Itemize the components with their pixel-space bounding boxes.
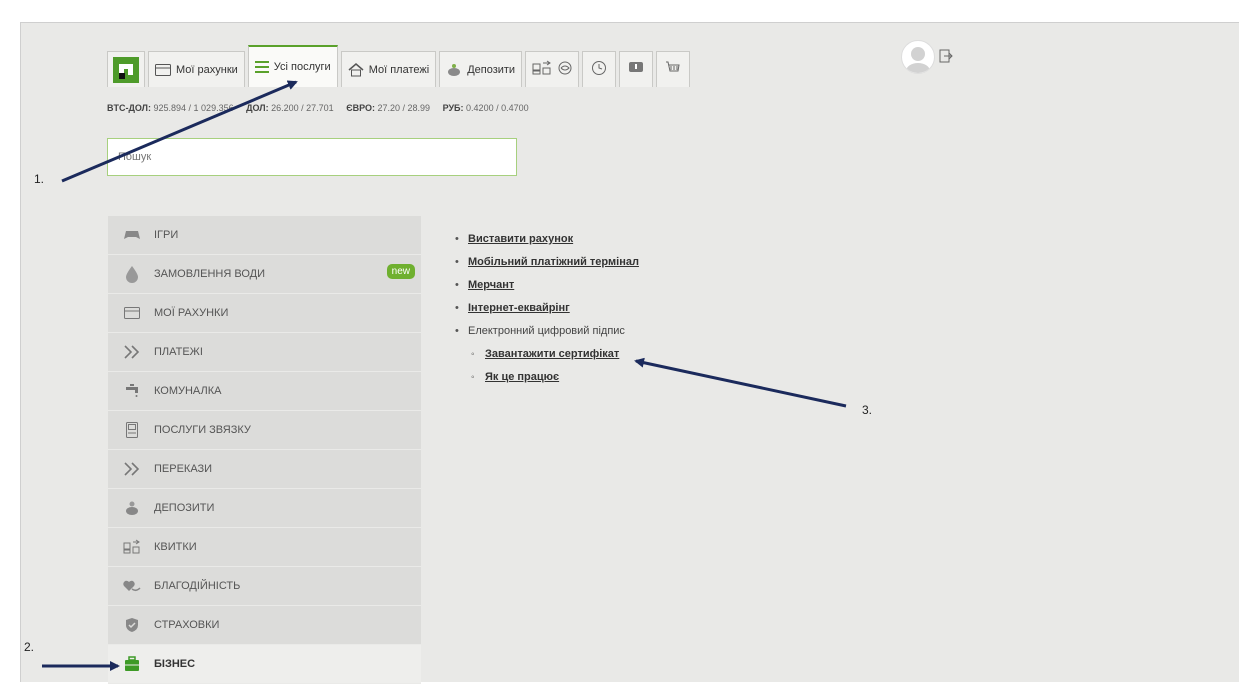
annotation-2: 2. — [24, 640, 35, 654]
arrow-3 — [634, 357, 847, 408]
annotation-1: 1. — [34, 172, 45, 186]
annotation-arrows — [42, 80, 847, 671]
annotation-3: 3. — [862, 403, 873, 417]
arrow-1 — [61, 80, 298, 183]
